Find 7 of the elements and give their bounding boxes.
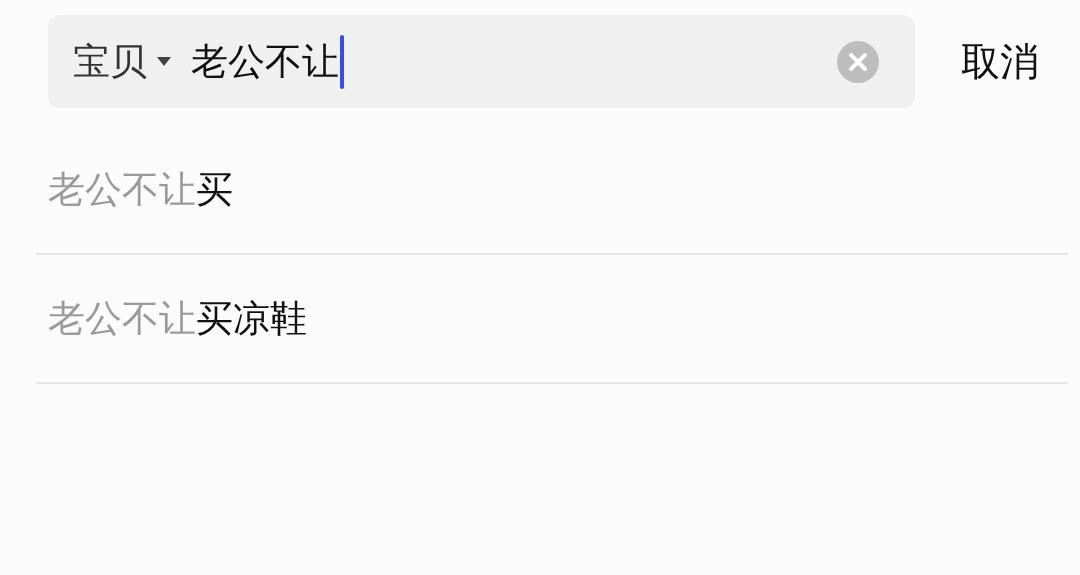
search-field[interactable]: 宝贝 老公不让	[48, 15, 915, 108]
cancel-button[interactable]: 取消	[961, 42, 1039, 81]
suggestion-item[interactable]: 老公不让买	[48, 171, 233, 208]
search-query: 老公不让	[191, 34, 344, 89]
scope-selector[interactable]: 宝贝	[73, 43, 147, 80]
suggestion-item[interactable]: 老公不让买凉鞋	[48, 300, 307, 337]
caret-icon[interactable]	[157, 57, 171, 66]
